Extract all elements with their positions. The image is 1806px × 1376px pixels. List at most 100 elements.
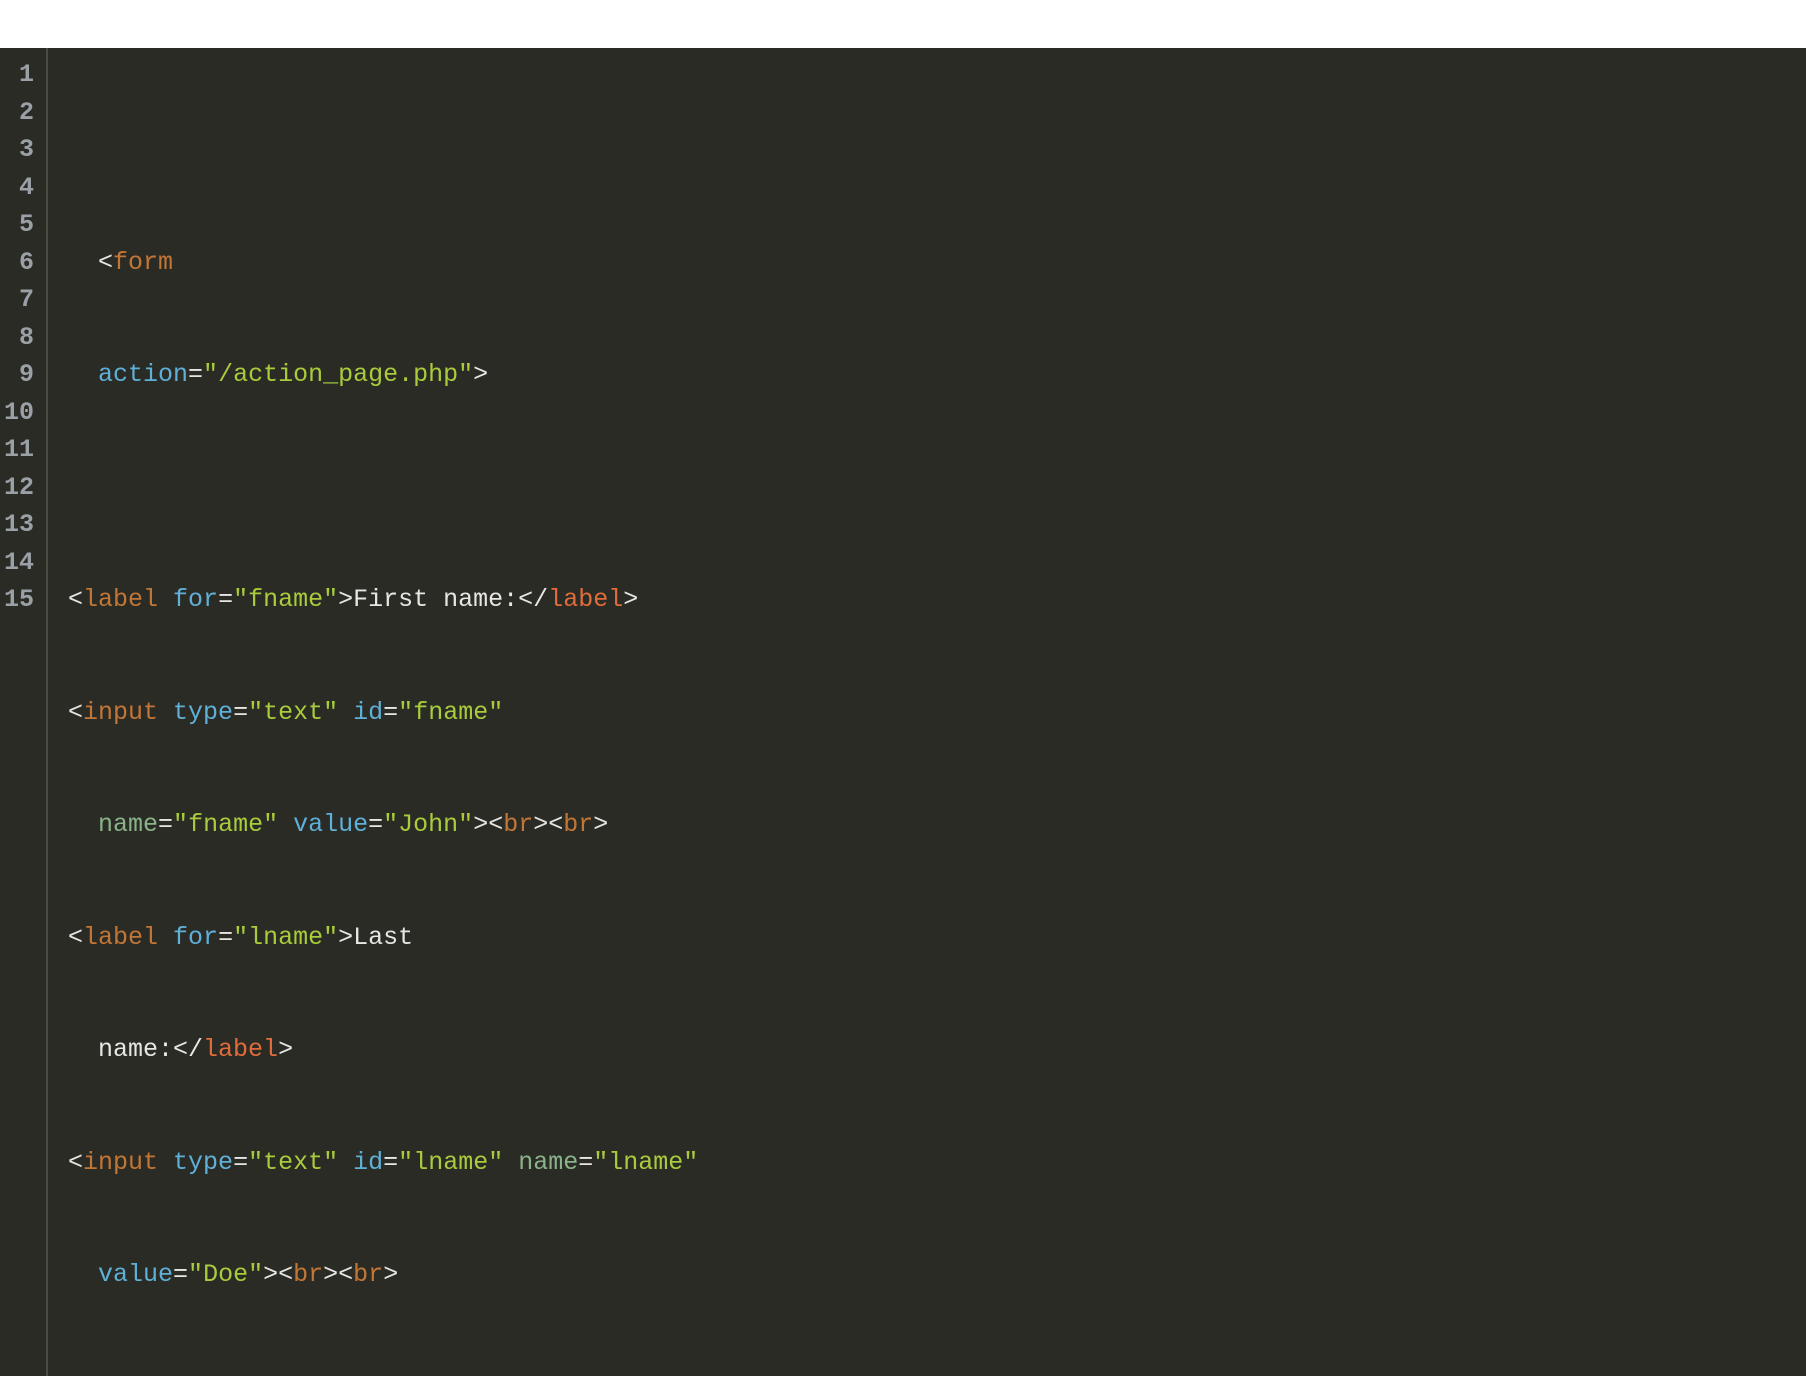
space (338, 698, 353, 727)
angle-bracket: < (68, 1373, 83, 1376)
line-number: 9 (0, 356, 38, 394)
attr-for: for (173, 923, 218, 952)
indent (68, 1260, 98, 1289)
tag-input: input (83, 1148, 158, 1177)
line-number: 5 (0, 206, 38, 244)
string-fname: fname (188, 810, 263, 839)
equals: = (383, 1148, 398, 1177)
code-line: <input type="text" id="lname" name="lnam… (68, 1144, 1806, 1182)
line-number: 13 (0, 506, 38, 544)
string-action: /action_page.php (218, 360, 458, 389)
angle-bracket: < (548, 810, 563, 839)
code-line: <input type="text" id="fname" (68, 694, 1806, 732)
angle-bracket: > (263, 1260, 278, 1289)
line-number: 11 (0, 431, 38, 469)
line-number-gutter: 1 2 3 4 5 6 7 8 9 10 11 12 13 14 15 (0, 48, 48, 1376)
quote: " (233, 923, 248, 952)
angle-bracket: > (338, 585, 353, 614)
equals: = (158, 810, 173, 839)
angle-bracket: < (68, 923, 83, 952)
tag-label: label (83, 923, 158, 952)
line-number: 3 (0, 131, 38, 169)
quote: " (233, 585, 248, 614)
space (158, 585, 173, 614)
space (278, 810, 293, 839)
string-submit-val: Submit (488, 1373, 578, 1376)
code-line: value="Doe"><br><br> (68, 1256, 1806, 1294)
angle-bracket: < (278, 1260, 293, 1289)
line-number: 15 (0, 581, 38, 619)
string-text: text (263, 698, 323, 727)
equals: = (218, 585, 233, 614)
space (158, 1148, 173, 1177)
indent (68, 1035, 98, 1064)
angle-bracket: > (623, 585, 638, 614)
quote: " (593, 1148, 608, 1177)
string-submit: submit (263, 1373, 353, 1376)
code-area[interactable]: <form action="/action_page.php"> <label … (48, 48, 1806, 1376)
quote: " (173, 810, 188, 839)
code-editor: 1 2 3 4 5 6 7 8 9 10 11 12 13 14 15 <for… (0, 48, 1806, 1376)
tag-br: br (563, 810, 593, 839)
attr-id: id (353, 698, 383, 727)
angle-bracket: </ (173, 1035, 203, 1064)
quote: " (188, 1260, 203, 1289)
attr-value: value (293, 810, 368, 839)
text-firstname: First name: (353, 585, 518, 614)
indent (68, 248, 98, 277)
line-number: 8 (0, 319, 38, 357)
quote: " (473, 1373, 488, 1376)
quote: " (458, 810, 473, 839)
tag-input: input (83, 698, 158, 727)
angle-bracket: < (98, 248, 113, 277)
quote: " (458, 360, 473, 389)
string-fname: fname (413, 698, 488, 727)
line-number: 6 (0, 244, 38, 282)
quote: " (398, 1148, 413, 1177)
equals: = (383, 698, 398, 727)
code-line: name="fname" value="John"><br><br> (68, 806, 1806, 844)
attr-name: name (98, 810, 158, 839)
angle-bracket: > (278, 1035, 293, 1064)
equals: = (218, 923, 233, 952)
line-number: 12 (0, 469, 38, 507)
attr-type: type (173, 1373, 233, 1376)
attr-value: value (383, 1373, 458, 1376)
quote: " (488, 1148, 503, 1177)
code-line: <input type="submit" value="Submit"> (68, 1369, 1806, 1376)
space (158, 923, 173, 952)
string-john: John (398, 810, 458, 839)
angle-bracket: > (473, 810, 488, 839)
quote: " (248, 1373, 263, 1376)
code-line: <form (68, 244, 1806, 282)
quote: " (263, 810, 278, 839)
angle-bracket: > (593, 810, 608, 839)
angle-bracket: > (383, 1260, 398, 1289)
angle-bracket: > (533, 810, 548, 839)
equals: = (173, 1260, 188, 1289)
equals: = (233, 1148, 248, 1177)
angle-bracket: < (68, 585, 83, 614)
quote: " (323, 923, 338, 952)
string-lname: lname (608, 1148, 683, 1177)
quote: " (323, 585, 338, 614)
quote: " (398, 698, 413, 727)
quote: " (578, 1373, 593, 1376)
equals: = (458, 1373, 473, 1376)
space (503, 1148, 518, 1177)
line-number: 2 (0, 94, 38, 132)
quote: " (683, 1148, 698, 1177)
equals: = (233, 1373, 248, 1376)
tag-form: form (113, 248, 173, 277)
equals: = (188, 360, 203, 389)
quote: " (323, 1148, 338, 1177)
attr-action: action (98, 360, 188, 389)
top-whitespace (0, 0, 1806, 48)
indent (68, 360, 98, 389)
attr-id: id (353, 1148, 383, 1177)
quote: " (488, 698, 503, 727)
angle-bracket: > (473, 360, 488, 389)
tag-label: label (83, 585, 158, 614)
quote: " (383, 810, 398, 839)
quote: " (323, 698, 338, 727)
